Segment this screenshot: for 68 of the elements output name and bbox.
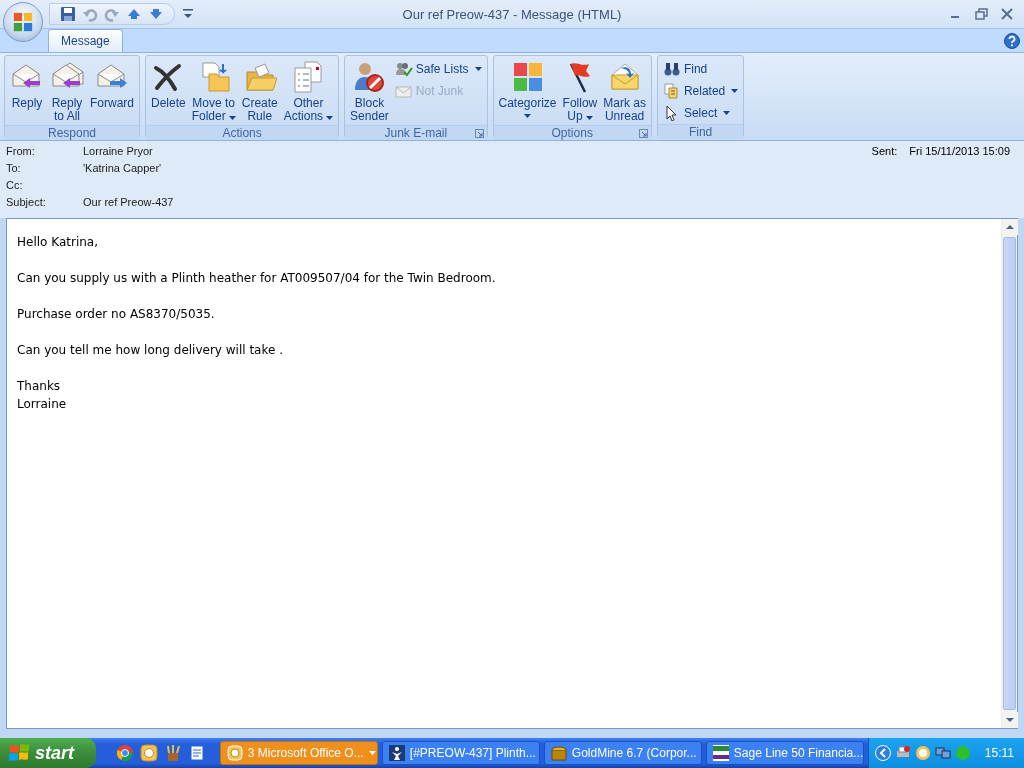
undo-icon[interactable] — [82, 6, 98, 22]
group-label: Junk E-mail — [384, 126, 448, 140]
ribbon-button[interactable]: Block Sender — [348, 58, 391, 125]
field-label: From: — [6, 144, 36, 158]
figure-icon — [388, 745, 405, 761]
network-icon[interactable] — [934, 745, 951, 761]
clock: 15:11 — [984, 746, 1014, 760]
ribbon-button[interactable]: Related — [660, 80, 741, 102]
ribbon-button[interactable]: Create Rule — [239, 58, 280, 125]
message-paragraph: Hello Katrina, — [17, 234, 99, 251]
striped-logo-icon — [712, 745, 729, 761]
save-icon[interactable] — [60, 6, 76, 22]
ribbon-tab[interactable]: Message — [48, 29, 123, 52]
taskbar-button[interactable]: [#PREOW-437] Plinth... — [381, 741, 540, 765]
windows-flag-icon — [8, 743, 30, 763]
ribbon-button[interactable]: Select — [660, 102, 741, 124]
person-no-icon — [352, 60, 387, 94]
mail-app-icon[interactable] — [139, 744, 158, 762]
customize-caret-icon[interactable] — [183, 8, 193, 20]
scrollbar-thumb[interactable] — [1003, 237, 1016, 710]
treasure-chest-icon — [550, 745, 567, 761]
field-label: Subject: — [6, 195, 47, 209]
ribbon-button[interactable]: Categorize — [496, 58, 559, 120]
ribbon-button[interactable]: Follow Up — [560, 58, 600, 125]
field-value: 'Katrina Capper' — [83, 161, 163, 175]
message-paragraph: Can you tell me how long delivery will take . — [17, 342, 284, 359]
group-label: Respond — [48, 126, 97, 140]
ribbon-button[interactable]: Reply — [8, 58, 46, 112]
dialog-launcher-icon[interactable] — [638, 129, 648, 138]
envelope-icon — [394, 83, 413, 99]
taskbar-button[interactable]: GoldMine 6.7 (Corpor... — [543, 741, 702, 765]
message-paragraph: Can you supply us with a Plinth heather for AT009507/04 for the Twin Bedroom. — [17, 270, 497, 287]
group-label: Find — [688, 125, 713, 139]
mail-app-icon[interactable] — [914, 745, 931, 761]
binoculars-icon — [662, 61, 681, 77]
ribbon-button[interactable]: Safe Lists — [392, 58, 484, 80]
redo-icon[interactable] — [104, 6, 120, 22]
chevron-left-icon[interactable] — [874, 745, 891, 761]
ribbon-button[interactable]: Find — [660, 58, 741, 80]
start-button[interactable]: start — [0, 738, 96, 768]
field-label: Sent: — [871, 144, 898, 158]
status-dot-icon[interactable] — [954, 745, 971, 761]
field-label: Cc: — [6, 178, 24, 192]
ribbon-button[interactable]: Forward — [88, 58, 136, 112]
squares-logo-icon — [12, 11, 34, 33]
ribbon-button[interactable]: Mark as Unread — [601, 58, 648, 125]
group-label: Actions — [222, 126, 262, 140]
window-title: Our ref Preow-437 - Message (HTML) — [402, 6, 622, 22]
field-label: To: — [6, 161, 22, 175]
ribbon-button[interactable]: Reply to All — [48, 58, 86, 125]
field-value: Fri 15/11/2013 15:09 — [909, 144, 1010, 158]
field-value: Lorraine Pryor — [83, 144, 154, 158]
ribbon-button[interactable]: Move to Folder — [189, 58, 238, 125]
help-icon[interactable] — [1004, 32, 1020, 49]
group-label: Options — [551, 126, 593, 140]
pages-icon — [662, 83, 681, 99]
document-icon[interactable] — [187, 744, 206, 762]
message-paragraph: Purchase order no AS8370/5035. — [17, 306, 216, 323]
people-check-icon — [394, 61, 413, 77]
dialog-launcher-icon[interactable] — [474, 129, 484, 138]
office-button[interactable] — [3, 2, 43, 42]
ribbon-button[interactable]: Delete — [149, 58, 188, 112]
ribbon-button[interactable]: Other Actions — [281, 58, 336, 125]
browser-icon[interactable] — [115, 744, 134, 762]
field-value: Our ref Preow-437 — [83, 195, 174, 209]
taskbar-button[interactable]: Sage Line 50 Financia... — [705, 741, 864, 765]
mail-app-icon — [226, 745, 243, 761]
message-paragraph: Thanks Lorraine — [17, 378, 68, 413]
